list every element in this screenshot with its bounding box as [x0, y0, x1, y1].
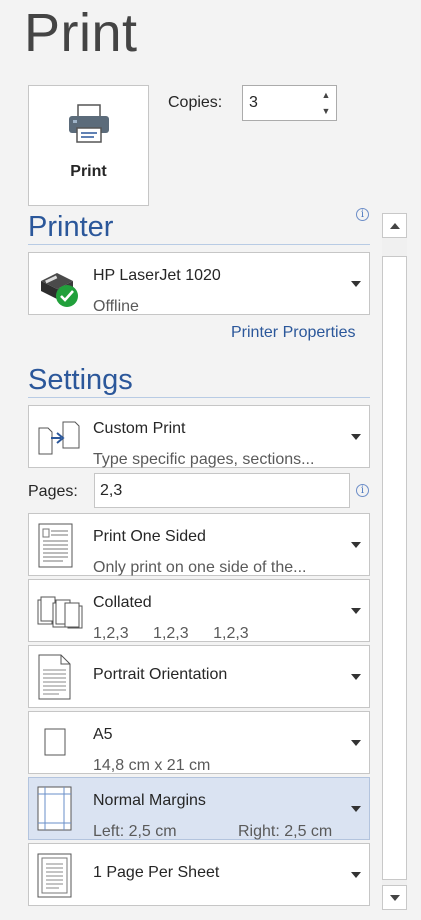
page-per-sheet-icon — [37, 853, 72, 898]
pages-label: Pages: — [28, 483, 78, 500]
print-button-label: Print — [70, 163, 107, 180]
collation-title: Collated — [93, 594, 152, 611]
chevron-down-icon — [351, 434, 361, 440]
collation-set: 1,2,3 — [213, 625, 249, 642]
vertical-scrollbar[interactable] — [382, 213, 407, 910]
chevron-down-icon — [351, 740, 361, 746]
chevron-down-icon — [390, 895, 400, 901]
orientation-title: Portrait Orientation — [93, 666, 228, 683]
sides-dropdown[interactable]: Print One Sided Only print on one side o… — [28, 513, 370, 576]
chevron-down-icon — [351, 608, 361, 614]
collation-set: 1,2,3 — [93, 625, 129, 642]
chevron-down-icon — [351, 281, 361, 287]
printer-status: Offline — [93, 298, 139, 315]
print-button[interactable]: Print — [28, 85, 149, 206]
orientation-dropdown[interactable]: Portrait Orientation — [28, 645, 370, 708]
info-icon[interactable]: i — [356, 208, 369, 221]
info-icon[interactable]: i — [356, 484, 369, 497]
chevron-down-icon — [351, 806, 361, 812]
collated-icon — [37, 596, 83, 629]
copies-label: Copies: — [168, 94, 223, 111]
margins-left: Left: 2,5 cm — [93, 823, 177, 840]
printer-properties-link[interactable]: Printer Properties — [231, 324, 356, 342]
collation-sequence: 1,2,3 1,2,3 1,2,3 — [93, 625, 269, 643]
paper-size-dropdown[interactable]: A5 14,8 cm x 21 cm — [28, 711, 370, 774]
pages-per-sheet-title: 1 Page Per Sheet — [93, 864, 220, 881]
copies-value[interactable]: 3 — [249, 94, 258, 112]
print-range-title: Custom Print — [93, 420, 186, 437]
pages-input[interactable]: 2,3 — [94, 473, 350, 508]
scroll-up-button[interactable] — [382, 213, 407, 238]
printer-ready-icon — [41, 273, 78, 307]
portrait-icon — [38, 654, 71, 700]
page-size-icon — [44, 728, 66, 756]
chevron-down-icon — [351, 872, 361, 878]
chevron-down-icon — [351, 542, 361, 548]
collation-set: 1,2,3 — [153, 625, 189, 642]
scrollbar-thumb[interactable] — [382, 256, 407, 880]
section-divider — [28, 397, 370, 398]
chevron-up-icon — [390, 223, 400, 229]
copies-stepper[interactable]: 3 ▲ ▼ — [242, 85, 337, 121]
margins-dropdown[interactable]: Normal Margins Left: 2,5 cm Right: 2,5 c… — [28, 777, 370, 840]
pages-per-sheet-dropdown[interactable]: 1 Page Per Sheet — [28, 843, 370, 906]
sides-subtitle: Only print on one side of the... — [93, 559, 307, 576]
one-sided-icon — [38, 523, 73, 568]
paper-size-subtitle: 14,8 cm x 21 cm — [93, 757, 211, 774]
scroll-down-button[interactable] — [382, 885, 407, 910]
custom-print-icon — [38, 421, 80, 455]
printer-section-title: Printer — [28, 211, 114, 243]
increment-icon[interactable]: ▲ — [321, 91, 331, 100]
paper-size-title: A5 — [93, 726, 113, 743]
decrement-icon[interactable]: ▼ — [321, 107, 331, 116]
print-range-subtitle: Type specific pages, sections... — [93, 451, 315, 468]
printer-name: HP LaserJet 1020 — [93, 267, 221, 284]
collation-dropdown[interactable]: Collated 1,2,3 1,2,3 1,2,3 — [28, 579, 370, 642]
printer-dropdown[interactable]: HP LaserJet 1020 Offline — [28, 252, 370, 315]
print-range-dropdown[interactable]: Custom Print Type specific pages, sectio… — [28, 405, 370, 468]
printer-icon — [69, 104, 109, 143]
settings-section-title: Settings — [28, 364, 133, 396]
pages-value[interactable]: 2,3 — [100, 482, 122, 500]
page-title: Print — [24, 3, 138, 63]
margins-icon — [37, 786, 72, 831]
margins-title: Normal Margins — [93, 792, 206, 809]
sides-title: Print One Sided — [93, 528, 206, 545]
section-divider — [28, 244, 370, 245]
chevron-down-icon — [351, 674, 361, 680]
margins-right: Right: 2,5 cm — [238, 823, 333, 840]
